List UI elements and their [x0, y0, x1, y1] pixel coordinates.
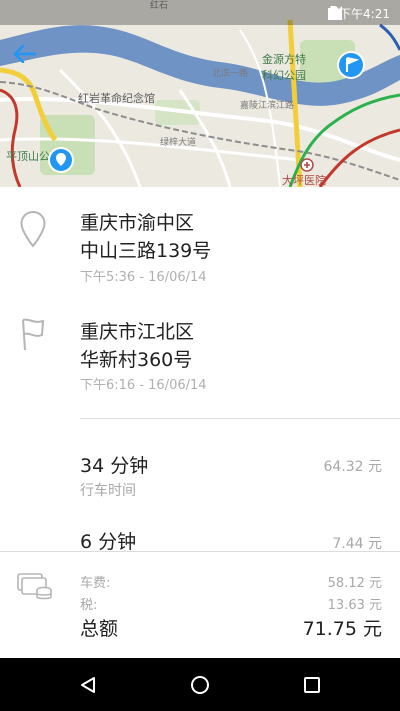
map-label-red-rock: 红岩革命纪念馆 [78, 92, 155, 105]
map-label-hospital: 大坪医院 [282, 174, 326, 187]
wait-time-amount: 7.44 元 [332, 536, 382, 552]
total-amount: 71.75 元 [302, 618, 382, 640]
map-label-jialing: 嘉陵江滨江路 [240, 101, 295, 111]
drive-time-value: 34 分钟 [80, 455, 149, 477]
map-pin-outline-icon [20, 210, 46, 248]
status-bar: 下午4:21 [0, 0, 400, 25]
drive-time-label: 行车时间 [80, 483, 136, 499]
nav-home-button[interactable] [180, 668, 220, 702]
total-label: 总额 [80, 618, 119, 640]
start-time: 下午5:36 - 16/06/14 [80, 270, 207, 285]
battery-icon [328, 6, 337, 20]
map-label-jinyuan-2: 科幻公园 [262, 69, 306, 82]
map-label-beibin: 北滨一路 [212, 69, 249, 79]
map-label-jinyuan-1: 金源方特 [262, 53, 306, 66]
nav-recents-button[interactable] [292, 668, 332, 702]
triangle-back-icon [81, 677, 95, 693]
tax-label: 税: [80, 598, 98, 613]
route-map[interactable]: 红石 红岩革命纪念馆 金源方特 科幻公园 平顶山公园 绿梓大道 北滨一路 嘉陵江… [0, 0, 400, 187]
start-location-row: 重庆市渝中区 中山三路139号 下午5:36 - 16/06/14 [0, 205, 400, 295]
end-district: 重庆市江北区 [80, 321, 195, 343]
section-divider [80, 418, 400, 419]
system-nav-bar [0, 658, 400, 711]
end-location-row: 重庆市江北区 华新村360号 下午6:16 - 16/06/14 [0, 313, 400, 403]
fee-label: 车费: [80, 576, 111, 591]
arrow-left-icon [14, 45, 36, 63]
fee-amount: 58.12 元 [327, 576, 382, 591]
back-button[interactable] [14, 45, 46, 77]
flag-outline-icon [22, 318, 44, 351]
status-time: 下午4:21 [339, 7, 390, 21]
wait-time-value: 6 分钟 [80, 531, 137, 553]
drive-time-amount: 64.32 元 [323, 459, 382, 475]
tax-amount: 13.63 元 [327, 598, 382, 613]
start-street: 中山三路139号 [80, 240, 212, 262]
map-label-lvban: 绿梓大道 [160, 138, 197, 148]
drive-time-row: 34 分钟 行车时间 64.32 元 [0, 448, 400, 508]
square-recents-icon [304, 677, 320, 693]
start-district: 重庆市渝中区 [80, 212, 195, 234]
circle-home-icon [191, 676, 209, 694]
nav-back-button[interactable] [68, 668, 108, 702]
end-time: 下午6:16 - 16/06/14 [80, 378, 207, 393]
cash-coins-icon [17, 573, 52, 600]
end-street: 华新村360号 [80, 349, 193, 371]
